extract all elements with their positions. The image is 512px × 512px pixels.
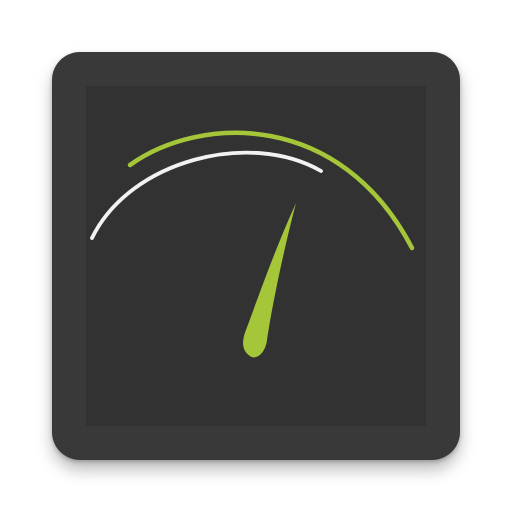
speedometer-gauge-icon — [90, 130, 415, 358]
outer-green-arc — [127, 130, 415, 251]
icon-canvas — [0, 0, 512, 512]
gauge-needle — [243, 203, 296, 358]
